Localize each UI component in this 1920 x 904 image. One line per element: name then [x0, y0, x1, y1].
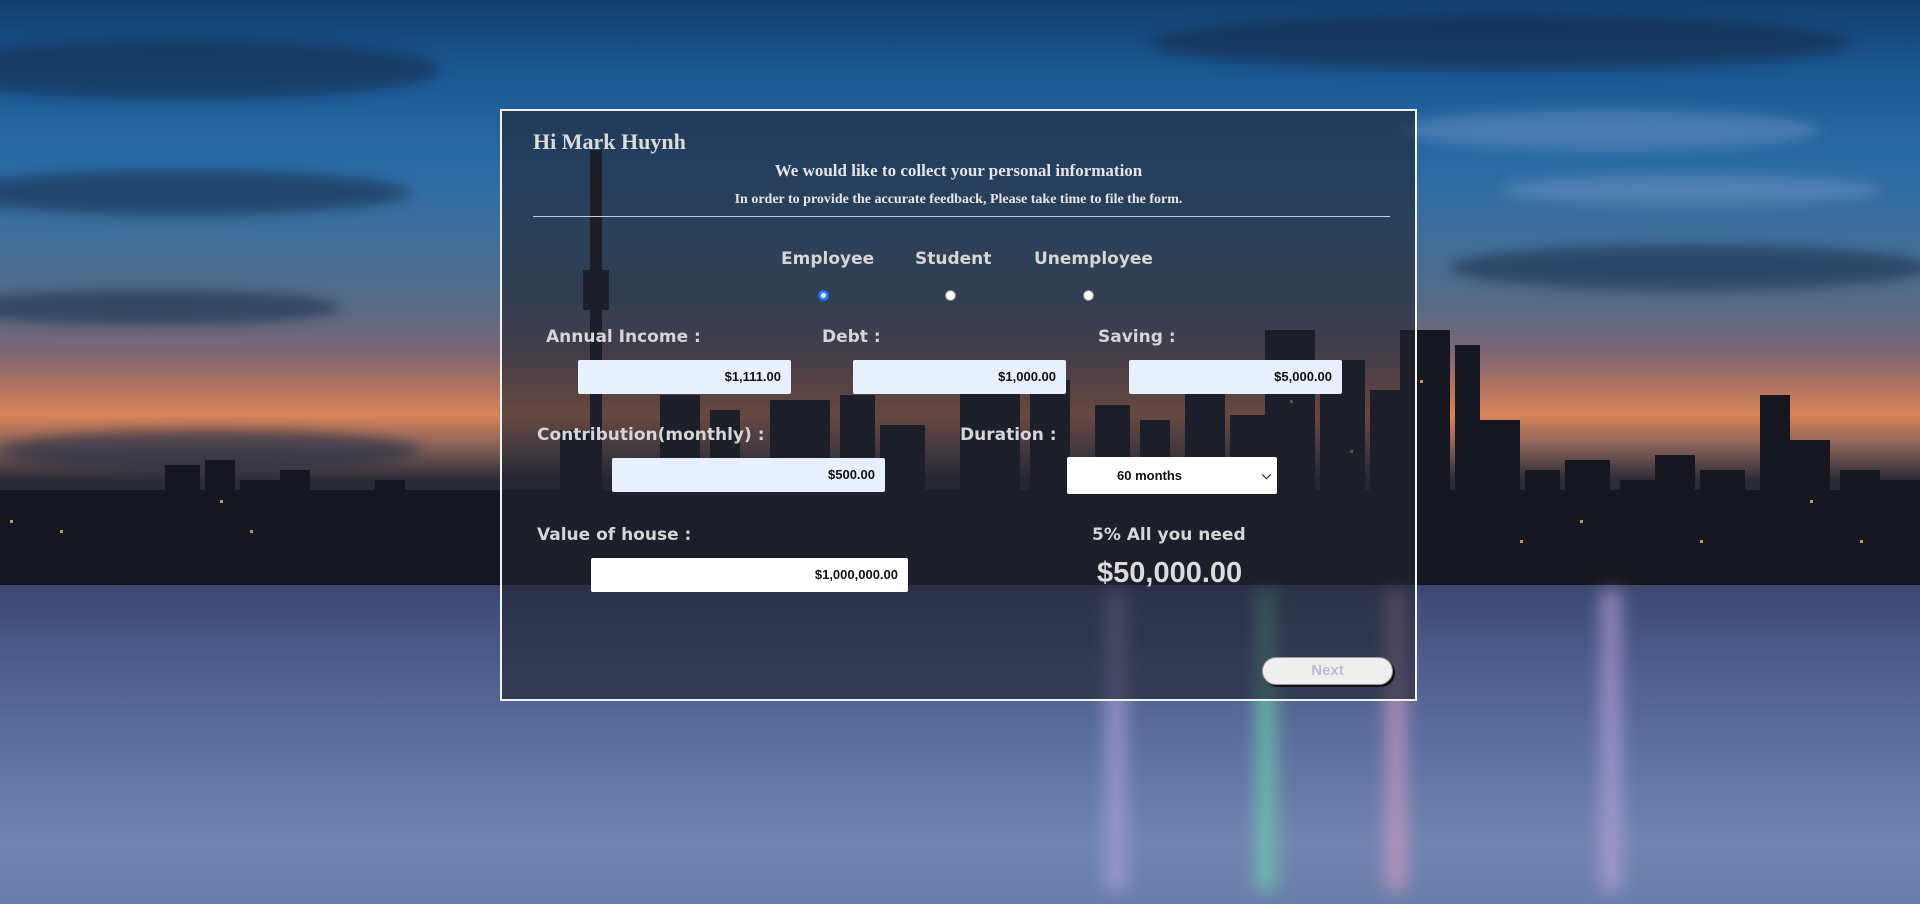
radio-student[interactable] [945, 290, 956, 301]
house-value-label: Value of house : [537, 525, 692, 545]
radio-unemployee[interactable] [1083, 290, 1094, 301]
divider [533, 216, 1390, 217]
saving-label: Saving : [1098, 327, 1176, 347]
annual-income-label: Annual Income : [546, 327, 701, 347]
radio-label-student: Student [915, 249, 992, 269]
radio-employee[interactable] [818, 290, 829, 301]
light-reflection [1600, 590, 1622, 890]
house-value-input[interactable]: $1,000,000.00 [591, 558, 908, 592]
duration-select[interactable]: 60 months ⌵ [1067, 457, 1277, 494]
form-heading: We would like to collect your personal i… [774, 161, 1143, 180]
down-payment-label: 5% All you need [1092, 525, 1246, 545]
next-button[interactable]: Next [1262, 657, 1393, 685]
debt-input[interactable]: $1,000.00 [853, 360, 1066, 394]
debt-label: Debt : [822, 327, 881, 347]
duration-label: Duration : [960, 425, 1057, 445]
greeting-title: Hi Mark Huynh [533, 129, 686, 154]
contribution-input[interactable]: $500.00 [612, 458, 885, 492]
duration-selected-value: 60 months [1117, 468, 1183, 483]
radio-label-employee: Employee [781, 249, 875, 269]
contribution-label: Contribution(monthly) : [537, 425, 765, 445]
personal-info-form: Hi Mark Huynh We would like to collect y… [500, 109, 1417, 701]
chevron-down-icon: ⌵ [1261, 468, 1271, 482]
radio-label-unemployee: Unemployee [1034, 249, 1153, 269]
saving-input[interactable]: $5,000.00 [1129, 360, 1342, 394]
down-payment-amount: $50,000.00 [1097, 557, 1243, 589]
form-subheading: In order to provide the accurate feedbac… [734, 192, 1183, 207]
annual-income-input[interactable]: $1,111.00 [578, 360, 791, 394]
